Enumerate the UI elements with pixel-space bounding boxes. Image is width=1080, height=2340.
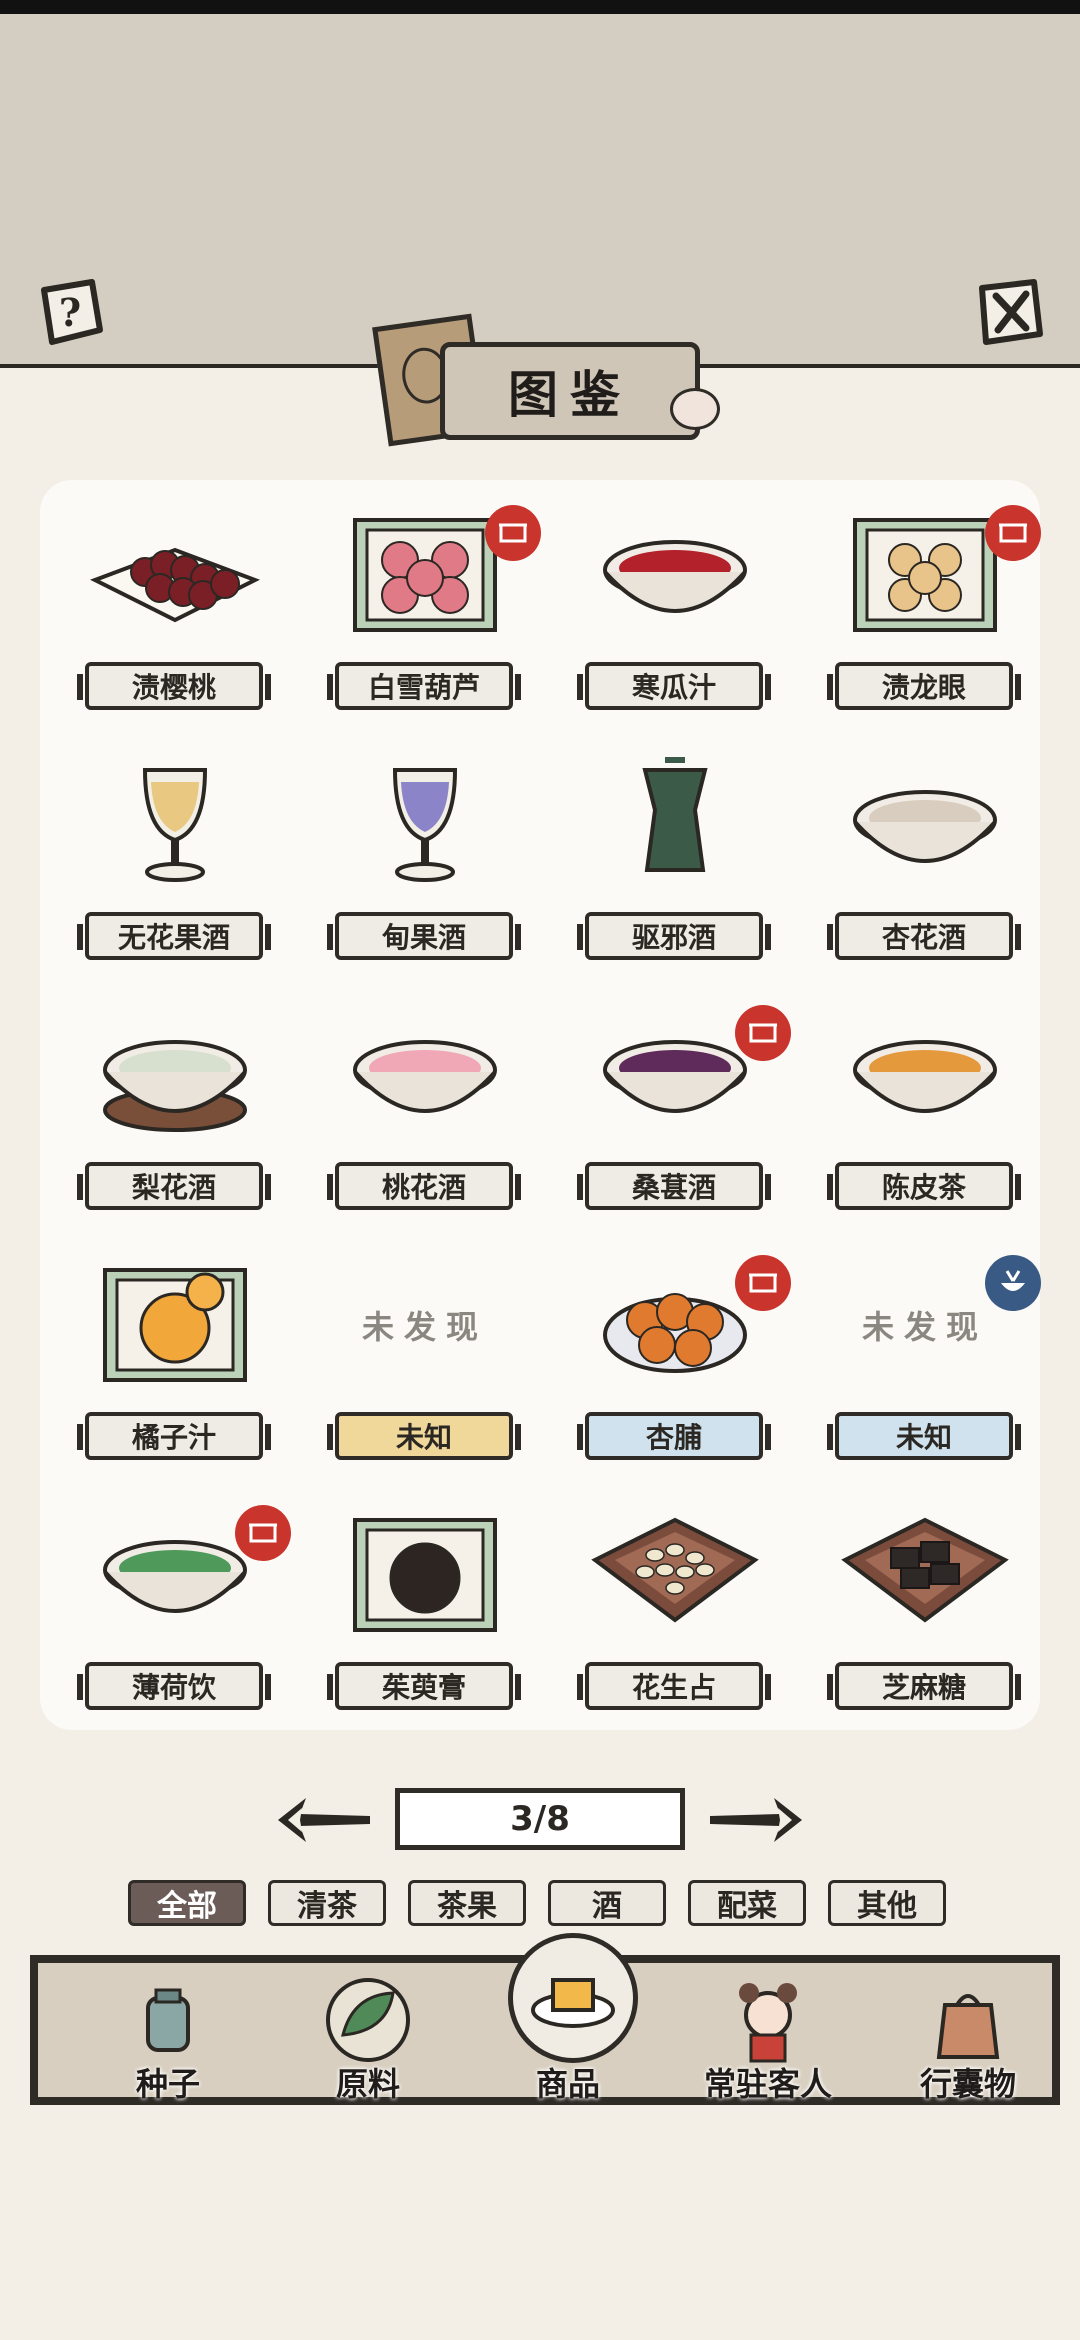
seed-jar-icon: [118, 1975, 218, 2065]
item-label: 未知: [327, 1412, 521, 1460]
nav-tab-label: 商品: [535, 2065, 600, 2103]
nav-tab-label: 常驻客人: [703, 2065, 832, 2103]
item-label: 无花果酒: [77, 912, 271, 960]
collection-item[interactable]: 甸果酒: [300, 740, 550, 990]
title-banner: 图鉴: [350, 310, 730, 447]
filter-tab[interactable]: 茶果: [408, 1880, 526, 1926]
nav-tab-label: 种子: [135, 2065, 200, 2103]
item-label: 橘子汁: [77, 1412, 271, 1460]
item-label: 薄荷饮: [77, 1662, 271, 1710]
item-label: 芝麻糖: [827, 1662, 1021, 1710]
nav-tab-label: 行囊物: [919, 2065, 1016, 2103]
item-label: 驱邪酒: [577, 912, 771, 960]
new-badge-icon: [735, 1005, 791, 1061]
item-label: 桃花酒: [327, 1162, 521, 1210]
watermelon-juice-bowl-icon: [565, 500, 785, 650]
close-button[interactable]: [970, 272, 1050, 352]
item-label: 未知: [827, 1412, 1021, 1460]
collection-item[interactable]: 寒瓜汁: [550, 490, 800, 740]
collection-item[interactable]: 杏脯: [550, 1240, 800, 1490]
new-badge-icon: [985, 505, 1041, 561]
collection-item[interactable]: 桃花酒: [300, 990, 550, 1240]
svg-text:?: ?: [59, 290, 81, 335]
item-label: 杏脯: [577, 1412, 771, 1460]
next-page-button[interactable]: [700, 1792, 810, 1848]
collection-item[interactable]: 橘子汁: [50, 1240, 300, 1490]
bottom-nav: 种子 原料 商品 常驻客人 行囊物: [30, 1933, 1060, 2105]
collection-grid: 渍樱桃 白雪葫芦 寒瓜汁 渍龙眼无花果酒 甸果酒 驱邪酒 杏花酒梨花酒 桃花酒 桑葚酒 陈皮茶橘子…: [40, 480, 1041, 1730]
collection-item[interactable]: 未发现 未知: [300, 1240, 550, 1490]
berry-wine-goblet-icon: [315, 750, 535, 900]
prev-page-button[interactable]: [270, 1792, 380, 1848]
arrow-left-icon: [278, 1798, 370, 1842]
collection-item[interactable]: 渍龙眼: [800, 490, 1050, 740]
goods-plate-icon: [508, 1933, 638, 2063]
help-button[interactable]: ?: [30, 272, 110, 352]
new-badge-icon: [235, 1505, 291, 1561]
collection-item[interactable]: 薄荷饮: [50, 1490, 300, 1740]
arrow-right-icon: [710, 1798, 802, 1842]
orange-juice-tray-icon: [65, 1250, 285, 1400]
collection-item[interactable]: 芝麻糖: [800, 1490, 1050, 1740]
item-label: 陈皮茶: [827, 1162, 1021, 1210]
collection-item[interactable]: 花生占: [550, 1490, 800, 1740]
item-label: 茱萸膏: [327, 1662, 521, 1710]
collection-item[interactable]: 茱萸膏: [300, 1490, 550, 1740]
category-filters: 全部 清茶 茶果酒配菜 其他: [128, 1880, 958, 1930]
nav-tab[interactable]: 商品: [468, 1933, 668, 2103]
nav-tab[interactable]: 常驻客人: [668, 1963, 868, 2103]
guest-girl-icon: [718, 1975, 818, 2065]
collection-item[interactable]: 渍樱桃: [50, 490, 300, 740]
nav-tab[interactable]: 原料: [268, 1963, 468, 2103]
pear-wine-cup-icon: [65, 1000, 285, 1150]
collection-item[interactable]: 桑葚酒: [550, 990, 800, 1240]
item-label: 花生占: [577, 1662, 771, 1710]
filter-tab[interactable]: 其他: [828, 1880, 946, 1926]
apricot-wine-bowl-icon: [815, 750, 1035, 900]
collection-item[interactable]: 驱邪酒: [550, 740, 800, 990]
nav-tab[interactable]: 行囊物: [868, 1963, 1068, 2103]
item-label: 渍樱桃: [77, 662, 271, 710]
item-label: 杏花酒: [827, 912, 1021, 960]
collection-item[interactable]: 陈皮茶: [800, 990, 1050, 1240]
collection-item[interactable]: 无花果酒: [50, 740, 300, 990]
new-badge-icon: [485, 505, 541, 561]
sesame-candy-tray-icon: [815, 1500, 1035, 1650]
bowl-badge-icon: [985, 1255, 1041, 1311]
item-label: 桑葚酒: [577, 1162, 771, 1210]
collection-item[interactable]: 白雪葫芦: [300, 490, 550, 740]
filter-tab[interactable]: 酒: [548, 1880, 666, 1926]
flower-icon: [670, 388, 720, 430]
backpack-icon: [918, 1975, 1018, 2065]
cherries-dish-icon: [65, 500, 285, 650]
filter-tab[interactable]: 清茶: [268, 1880, 386, 1926]
undiscovered-text: 未发现: [361, 1308, 488, 1346]
collection-item[interactable]: 梨花酒: [50, 990, 300, 1240]
filter-tab[interactable]: 全部: [128, 1880, 246, 1926]
peanut-tray-icon: [565, 1500, 785, 1650]
help-icon: ?: [41, 279, 103, 345]
wine-vessel-icon: [565, 750, 785, 900]
leaf-icon: [318, 1975, 418, 2065]
collection-item[interactable]: 未发现 未知: [800, 1240, 1050, 1490]
nav-tab-label: 原料: [335, 2065, 400, 2103]
item-label: 渍龙眼: [827, 662, 1021, 710]
page-title: 图鉴: [440, 342, 700, 440]
close-icon: [979, 279, 1043, 345]
new-badge-icon: [735, 1255, 791, 1311]
fig-wine-goblet-icon: [65, 750, 285, 900]
item-label: 甸果酒: [327, 912, 521, 960]
item-label: 梨花酒: [77, 1162, 271, 1210]
item-label: 白雪葫芦: [327, 662, 521, 710]
collection-item[interactable]: 杏花酒: [800, 740, 1050, 990]
dogwood-paste-tray-icon: [315, 1500, 535, 1650]
nav-tab[interactable]: 种子: [68, 1963, 268, 2103]
page-indicator: 3/8: [395, 1788, 685, 1850]
filter-tab[interactable]: 配菜: [688, 1880, 806, 1926]
pagination: 3/8: [270, 1780, 810, 1860]
status-bar: [0, 0, 1080, 14]
peach-wine-bowl-icon: [315, 1000, 535, 1150]
tangerine-tea-bowl-icon: [815, 1000, 1035, 1150]
item-label: 寒瓜汁: [577, 662, 771, 710]
